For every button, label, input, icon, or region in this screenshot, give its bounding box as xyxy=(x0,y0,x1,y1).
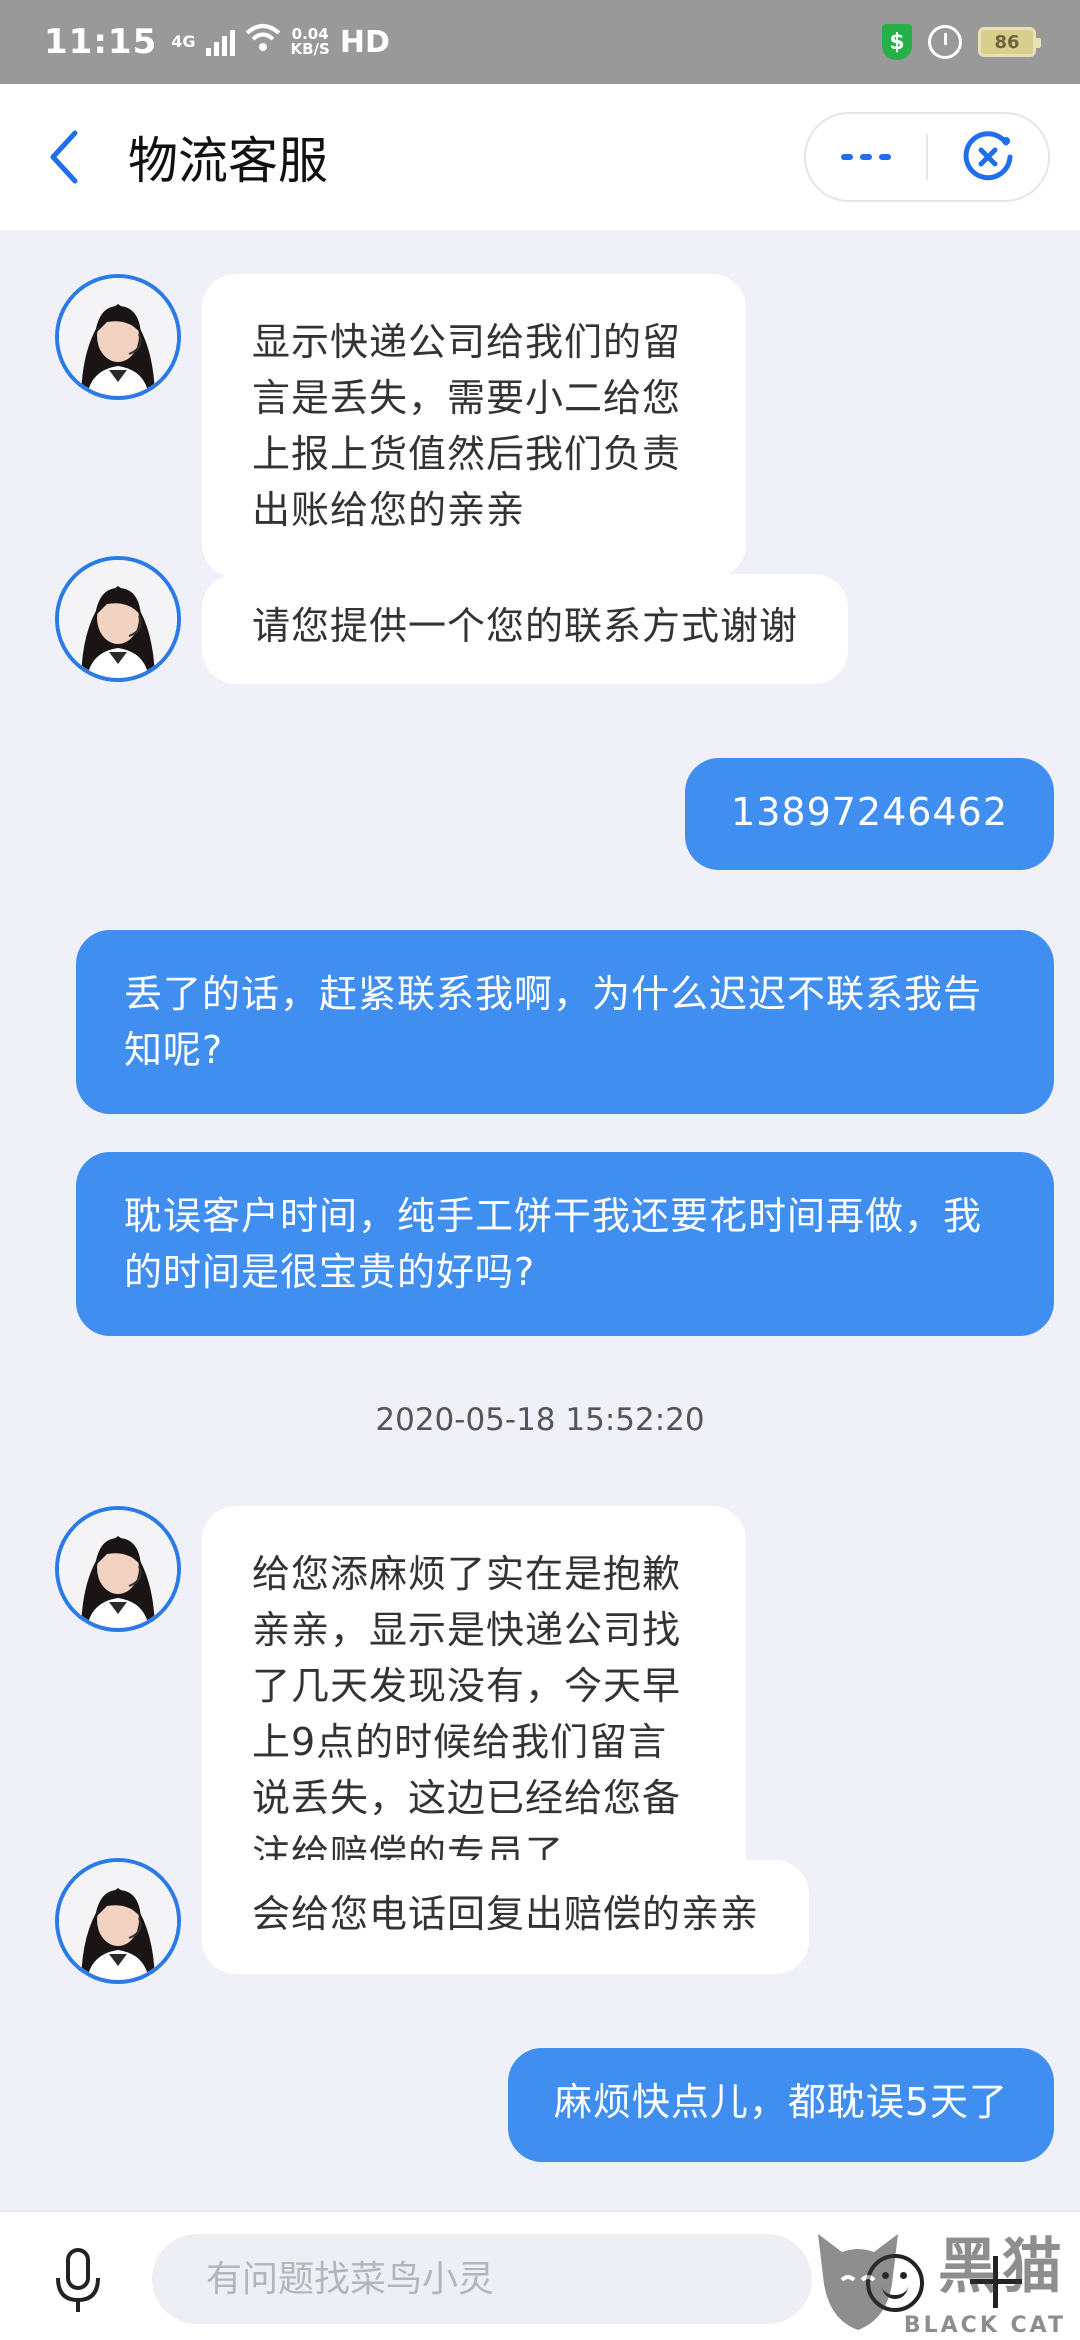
message-input-bar xyxy=(0,2210,1080,2340)
incoming-message-bubble: 显示快递公司给我们的留言是丢失，需要小二给您上报上货值然后我们负责出账给您的亲亲 xyxy=(202,274,746,578)
message-input[interactable] xyxy=(152,2234,812,2324)
outgoing-message-bubble: 丢了的话，赶紧联系我啊，为什么迟迟不联系我告知呢? xyxy=(76,930,1054,1114)
more-button[interactable] xyxy=(806,154,926,160)
signal-icon xyxy=(205,28,235,56)
outgoing-message-bubble: 耽误客户时间，纯手工饼干我还要花时间再做，我的时间是很宝贵的好吗? xyxy=(76,1152,1054,1336)
agent-avatar[interactable] xyxy=(55,1858,181,1984)
close-circle-icon xyxy=(963,131,1013,181)
network-type: 4G xyxy=(171,32,196,51)
status-time: 11:15 xyxy=(44,22,158,62)
message-text: 给您添麻烦了实在是抱歉亲亲，显示是快递公司找了几天发现没有，今天早上9点的时候给… xyxy=(252,1552,682,1876)
outgoing-message-bubble: 麻烦快点儿，都耽误5天了 xyxy=(507,2048,1054,2162)
outgoing-message-bubble: 13897246462 xyxy=(685,758,1054,870)
message-text: 会给您电话回复出赔偿的亲亲 xyxy=(252,1892,760,1936)
incoming-message-bubble: 会给您电话回复出赔偿的亲亲 xyxy=(202,1860,810,1974)
emoji-button[interactable] xyxy=(866,2254,924,2312)
message-text: 显示快递公司给我们的留言是丢失，需要小二给您上报上货值然后我们负责出账给您的亲亲 xyxy=(252,320,682,532)
message-text: 麻烦快点儿，都耽误5天了 xyxy=(553,2080,1008,2124)
mini-program-capsule xyxy=(804,112,1050,202)
battery-level: 86 xyxy=(994,31,1020,53)
message-text: 请您提供一个您的联系方式谢谢 xyxy=(252,604,799,648)
message-timestamp: 2020-05-18 15:52:20 xyxy=(375,1402,705,1438)
agent-avatar[interactable] xyxy=(55,274,181,400)
network-speed: 0.04 KB/S xyxy=(291,27,330,57)
agent-avatar-image xyxy=(59,1510,177,1628)
hd-indicator: HD xyxy=(339,24,390,60)
chevron-left-icon xyxy=(50,130,78,184)
agent-avatar-image xyxy=(59,560,177,678)
speed-unit: KB/S xyxy=(290,40,330,58)
agent-avatar-image xyxy=(59,1862,177,1980)
status-right-icons: $ 86 xyxy=(882,24,1041,60)
shield-dollar-icon: $ xyxy=(882,24,912,60)
close-button[interactable] xyxy=(928,129,1048,185)
back-button[interactable] xyxy=(0,84,130,230)
agent-avatar[interactable] xyxy=(55,556,181,682)
wifi-icon xyxy=(245,23,281,61)
page-title: 物流客服 xyxy=(128,132,328,190)
message-text: 13897246462 xyxy=(731,790,1008,834)
add-attachment-button[interactable] xyxy=(966,2252,1026,2312)
message-text: 耽误客户时间，纯手工饼干我还要花时间再做，我的时间是很宝贵的好吗? xyxy=(124,1194,983,1294)
incoming-message-bubble: 请您提供一个您的联系方式谢谢 xyxy=(202,574,849,684)
chat-message-list[interactable]: 显示快递公司给我们的留言是丢失，需要小二给您上报上货值然后我们负责出账给您的亲亲… xyxy=(0,230,1080,2210)
microphone-icon[interactable] xyxy=(48,2246,108,2316)
status-bar: 11:15 4G 0.04 KB/S HD $ 86 xyxy=(0,0,1080,84)
battery-icon: 86 xyxy=(978,27,1041,57)
message-text: 丢了的话，赶紧联系我啊，为什么迟迟不联系我告知呢? xyxy=(124,972,983,1072)
agent-avatar[interactable] xyxy=(55,1506,181,1632)
more-dots-icon xyxy=(841,154,853,160)
alarm-icon xyxy=(928,25,962,59)
status-left-icons: 4G 0.04 KB/S HD xyxy=(171,23,390,61)
agent-avatar-image xyxy=(59,278,177,396)
title-bar: 物流客服 xyxy=(0,84,1080,230)
